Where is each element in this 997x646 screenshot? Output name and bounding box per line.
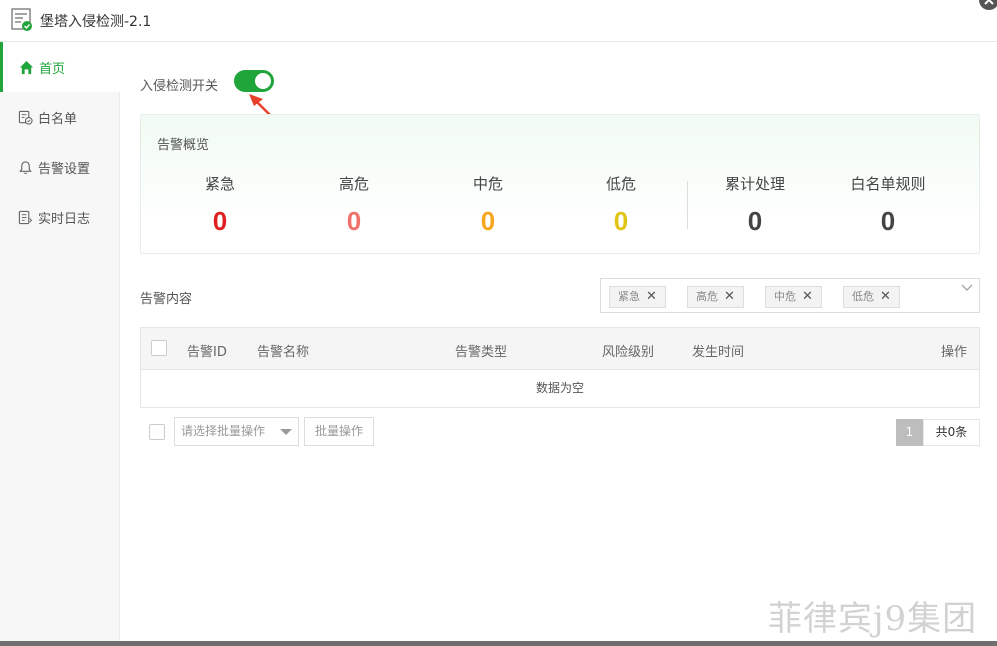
batch-bar: 请选择批量操作 批量操作 1 共0条	[140, 417, 980, 447]
stat-label: 白名单规则	[850, 175, 926, 193]
filter-tag-medium: 中危 ✕	[765, 286, 822, 308]
remove-tag-icon[interactable]: ✕	[802, 287, 813, 307]
chevron-down-icon[interactable]	[961, 283, 973, 293]
sidebar-item-whitelist[interactable]: 白名单	[0, 92, 119, 142]
stat-divider	[687, 181, 688, 229]
risk-level-filter[interactable]: 紧急 ✕ 高危 ✕ 中危 ✕ 低危 ✕	[600, 278, 980, 313]
toggle-knob	[255, 73, 271, 89]
column-header-actions: 操作	[941, 345, 968, 360]
remove-tag-icon[interactable]: ✕	[724, 287, 735, 307]
app-logo-icon	[11, 8, 32, 31]
sidebar-item-label: 白名单	[38, 111, 78, 127]
caret-down-icon	[280, 429, 292, 435]
main-content: 入侵检测开关 告警概览 紧急 0 高危 0 中危 0 低危 0 累计处理 0 白…	[121, 42, 997, 642]
stat-label: 中危	[472, 175, 503, 193]
alert-overview-panel: 告警概览 紧急 0 高危 0 中危 0 低危 0 累计处理 0 白名单规则 0	[140, 114, 980, 254]
home-icon	[18, 59, 34, 75]
column-header-risk-level[interactable]: 风险级别	[602, 341, 654, 360]
empty-state: 数据为空	[535, 381, 584, 395]
stat-value[interactable]: 0	[160, 206, 280, 237]
sidebar: 首页 白名单 告警设置 实时日志	[0, 42, 121, 642]
filter-tag-urgent: 紧急 ✕	[609, 286, 666, 308]
overview-title: 告警概览	[157, 138, 210, 153]
column-header-time[interactable]: 发生时间	[692, 341, 744, 360]
stat-label: 高危	[338, 175, 369, 193]
watermark: 菲律宾j9集团	[768, 599, 978, 639]
select-placeholder: 请选择批量操作	[181, 424, 266, 438]
sidebar-item-label: 告警设置	[38, 161, 91, 177]
stat-value[interactable]: 0	[561, 206, 681, 237]
bell-icon	[17, 159, 33, 175]
column-header-alert-name[interactable]: 告警名称	[257, 341, 309, 360]
sidebar-item-label: 实时日志	[38, 211, 91, 227]
stat-low: 低危 0	[561, 173, 681, 237]
batch-operation-button[interactable]: 批量操作	[304, 417, 374, 446]
stat-value[interactable]: 0	[294, 206, 414, 237]
bottom-border	[0, 641, 997, 646]
intrusion-detection-toggle[interactable]	[234, 70, 274, 92]
remove-tag-icon[interactable]: ✕	[880, 287, 891, 307]
tag-label: 高危	[696, 290, 718, 303]
sidebar-item-label: 首页	[39, 61, 66, 77]
filter-tag-high: 高危 ✕	[687, 286, 744, 308]
sidebar-item-alert-settings[interactable]: 告警设置	[0, 142, 119, 192]
stat-value[interactable]: 0	[828, 206, 948, 237]
stat-whitelist-rules: 白名单规则 0	[828, 173, 948, 237]
tag-label: 中危	[774, 290, 796, 303]
alert-content-title: 告警内容	[140, 292, 193, 307]
sidebar-item-home[interactable]: 首页	[0, 42, 121, 92]
alert-table: 告警ID 告警名称 告警类型 风险级别 发生时间 操作 数据为空	[140, 327, 980, 408]
column-header-alert-type[interactable]: 告警类型	[455, 341, 507, 360]
log-icon	[17, 209, 33, 225]
batch-select-checkbox[interactable]	[149, 424, 165, 440]
close-icon[interactable]	[979, 0, 997, 10]
remove-tag-icon[interactable]: ✕	[646, 287, 657, 307]
stat-medium: 中危 0	[428, 173, 548, 237]
tag-label: 紧急	[618, 290, 640, 303]
sidebar-item-realtime-log[interactable]: 实时日志	[0, 192, 119, 242]
batch-operation-select[interactable]: 请选择批量操作	[174, 417, 299, 446]
select-all-checkbox[interactable]	[151, 340, 167, 356]
stat-value[interactable]: 0	[428, 206, 548, 237]
title-bar: 堡塔入侵检测-2.1	[0, 0, 997, 42]
stat-high: 高危 0	[294, 173, 414, 237]
table-header: 告警ID 告警名称 告警类型 风险级别 发生时间 操作	[141, 328, 979, 370]
stat-label: 累计处理	[724, 175, 785, 193]
column-header-alert-id[interactable]: 告警ID	[187, 341, 227, 360]
page-number-button[interactable]: 1	[896, 419, 923, 446]
stat-total-handled: 累计处理 0	[695, 173, 815, 237]
stat-value[interactable]: 0	[695, 206, 815, 237]
stat-label: 低危	[605, 175, 636, 193]
pagination-total: 共0条	[923, 419, 980, 446]
whitelist-icon	[17, 109, 33, 125]
intrusion-switch-label: 入侵检测开关	[140, 79, 219, 94]
filter-tag-low: 低危 ✕	[843, 286, 900, 308]
tag-label: 低危	[852, 290, 874, 303]
window-title: 堡塔入侵检测-2.1	[40, 14, 152, 30]
stat-urgent: 紧急 0	[160, 173, 280, 237]
stat-label: 紧急	[204, 175, 235, 193]
